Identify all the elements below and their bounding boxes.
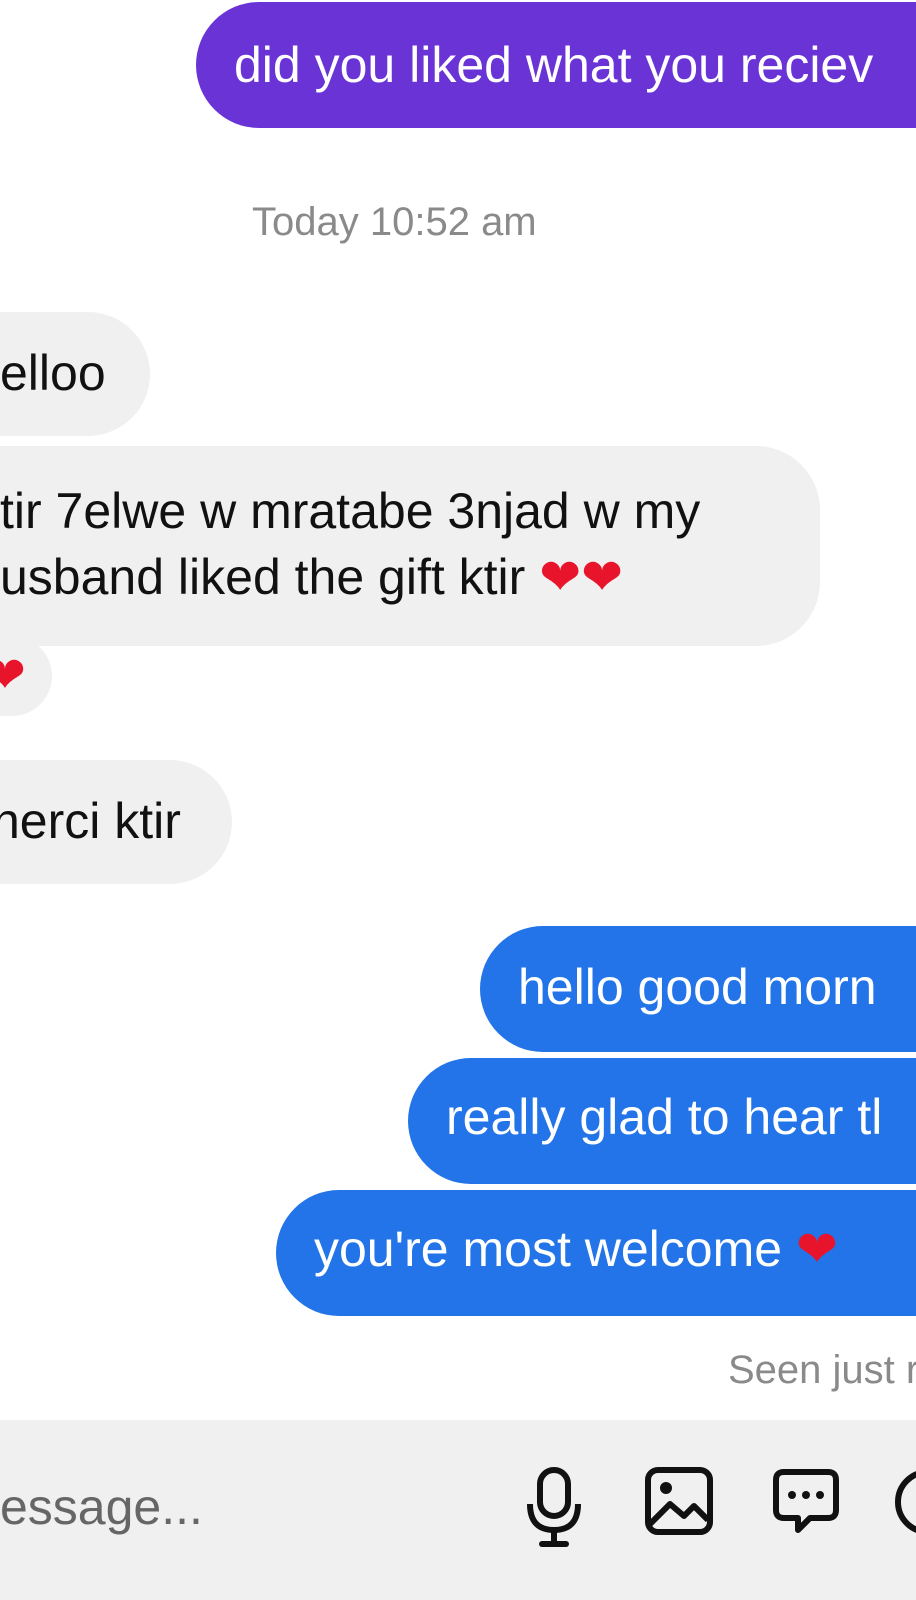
message-input[interactable]: essage... [0,1478,203,1536]
outgoing-message[interactable]: really glad to hear tl [408,1058,916,1184]
message-text: elloo [0,345,106,401]
message-text: usband liked the gift ktir [0,549,526,605]
message-text: tir 7elwe w mratabe 3njad w my [0,483,701,539]
incoming-message[interactable]: ❤ [0,636,52,716]
more-icon[interactable] [892,1466,916,1543]
message-text: you're most welcome [314,1221,783,1277]
heart-emoji: ❤❤ [539,548,623,606]
outgoing-message[interactable]: you're most welcome ❤ [276,1190,916,1316]
image-icon[interactable] [644,1466,714,1541]
outgoing-message[interactable]: did you liked what you reciev [196,2,916,128]
message-text: did you liked what you reciev [234,37,874,93]
outgoing-message[interactable]: hello good morn [480,926,916,1052]
incoming-message[interactable]: elloo [0,312,150,436]
heart-emoji: ❤ [795,1220,838,1278]
microphone-icon[interactable] [522,1466,586,1553]
chat-options-icon[interactable] [770,1466,842,1543]
message-text: nerci ktir [0,793,181,849]
incoming-message[interactable]: nerci ktir [0,760,232,884]
message-text: hello good morn [518,959,877,1015]
incoming-message[interactable]: tir 7elwe w mratabe 3njad w my usband li… [0,446,820,646]
message-thread: did you liked what you reciev Today 10:5… [0,0,916,1420]
message-text: really glad to hear tl [446,1089,883,1145]
heart-emoji: ❤ [0,646,26,704]
seen-status: Seen just r [728,1348,916,1392]
message-composer: essage... [0,1420,916,1600]
timestamp: Today 10:52 am [252,200,537,244]
